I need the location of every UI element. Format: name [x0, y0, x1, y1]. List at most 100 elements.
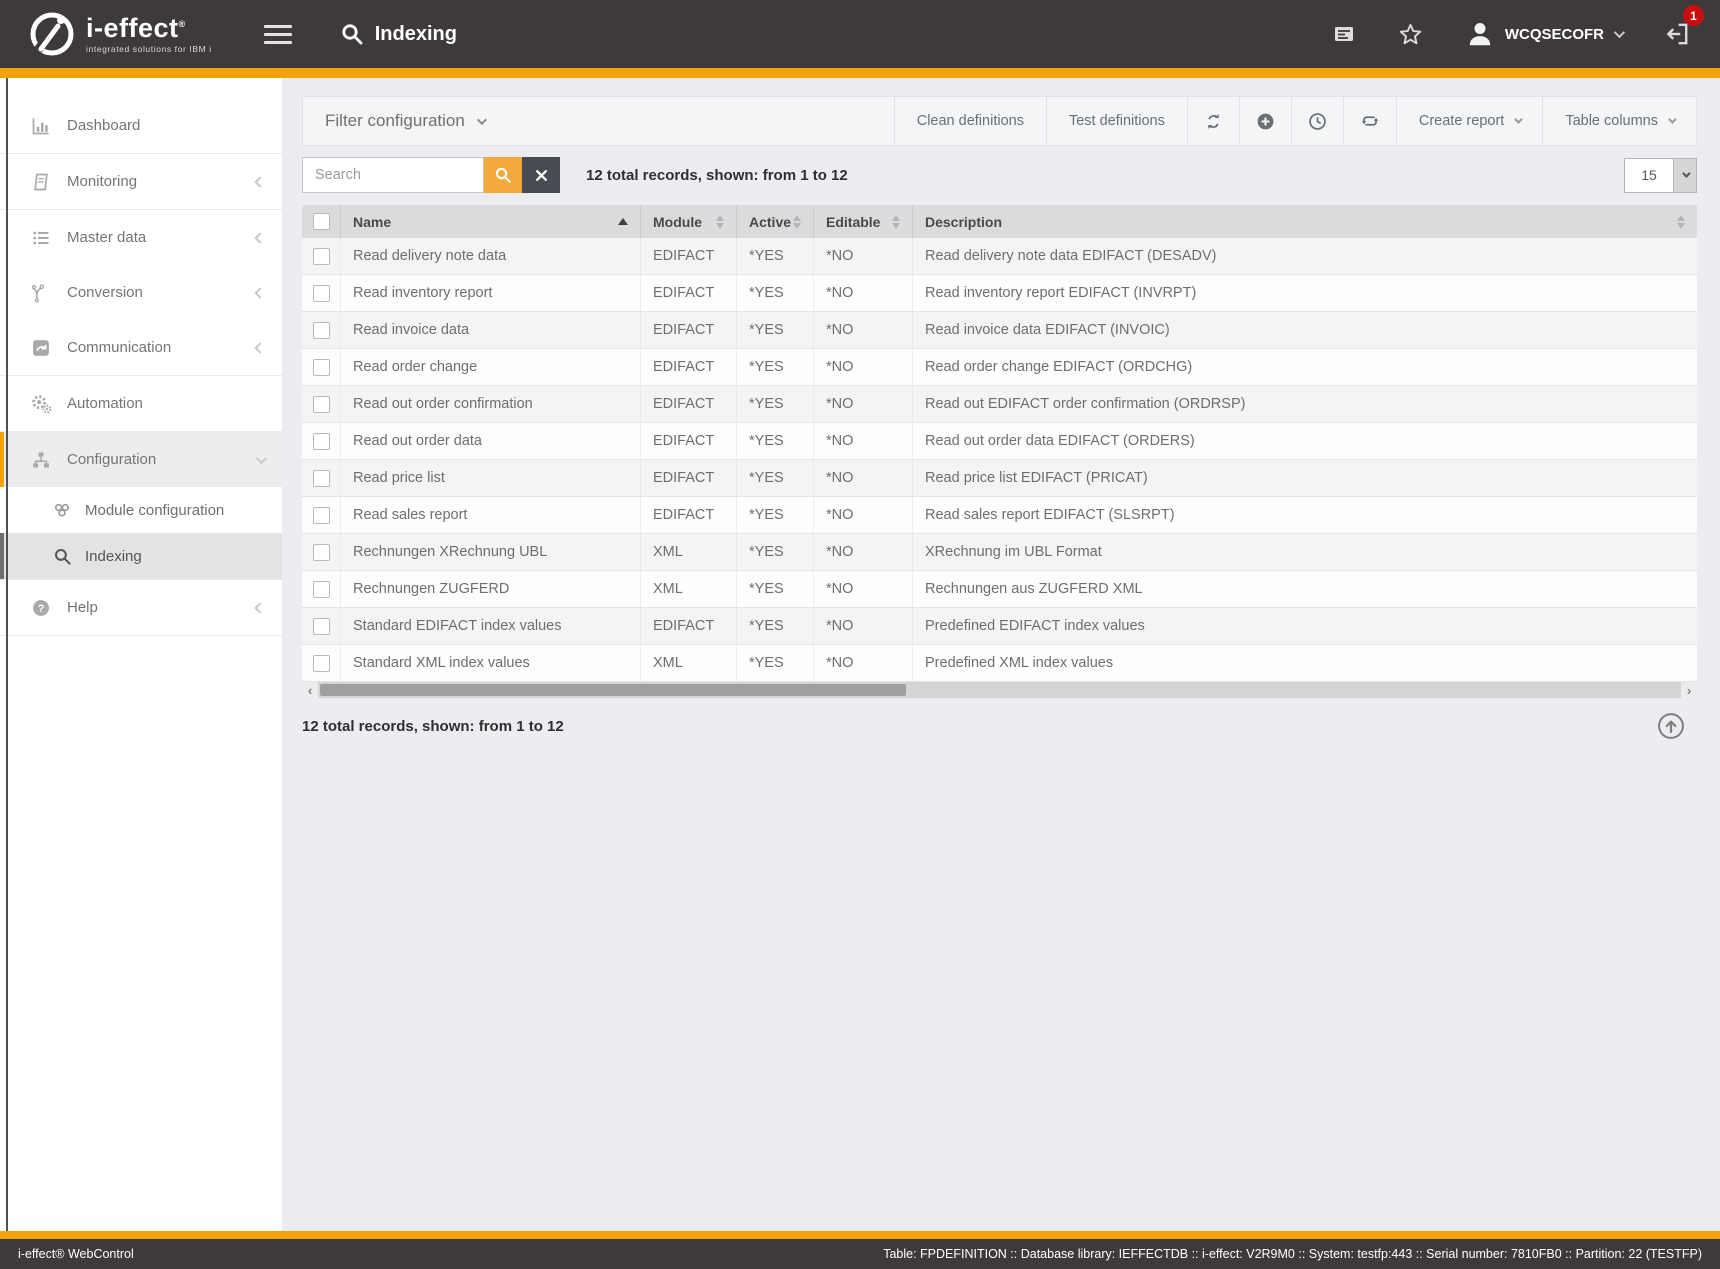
- table-columns-dropdown[interactable]: Table columns: [1542, 97, 1696, 145]
- logout-icon[interactable]: [1664, 21, 1690, 47]
- search-button[interactable]: [484, 157, 522, 193]
- cell-module: EDIFACT: [640, 460, 736, 496]
- column-header-description[interactable]: Description: [912, 205, 1697, 238]
- cell-module: EDIFACT: [640, 275, 736, 311]
- favorites-star-icon[interactable]: [1398, 22, 1423, 47]
- row-checkbox[interactable]: [313, 433, 330, 450]
- sidebar-item-label: Help: [67, 599, 256, 616]
- sidebar-item-monitoring[interactable]: Monitoring: [0, 154, 282, 209]
- sidebar-item-automation[interactable]: Automation: [0, 376, 282, 431]
- statusbar-product: i-effect® WebControl: [18, 1247, 134, 1261]
- clock-icon: [1308, 112, 1327, 131]
- column-header-editable[interactable]: Editable: [813, 205, 912, 238]
- app-logo[interactable]: i-effect® integrated solutions for IBM i: [28, 10, 212, 58]
- table-row[interactable]: Rechnungen ZUGFERD XML *YES *NO Rechnung…: [302, 571, 1697, 608]
- table-row[interactable]: Read inventory report EDIFACT *YES *NO R…: [302, 275, 1697, 312]
- chevron-down-icon: [1614, 27, 1625, 38]
- sidebar-item-communication[interactable]: Communication: [0, 320, 282, 375]
- table-row[interactable]: Read order change EDIFACT *YES *NO Read …: [302, 349, 1697, 386]
- cell-module: XML: [640, 645, 736, 681]
- history-button[interactable]: [1291, 97, 1343, 145]
- chevron-left-icon: [254, 602, 265, 613]
- scroll-to-top-button[interactable]: [1657, 712, 1685, 740]
- row-checkbox[interactable]: [313, 581, 330, 598]
- table-row[interactable]: Read out order data EDIFACT *YES *NO Rea…: [302, 423, 1697, 460]
- table-row[interactable]: Rechnungen XRechnung UBL XML *YES *NO XR…: [302, 534, 1697, 571]
- notification-badge[interactable]: 1: [1683, 5, 1704, 26]
- cell-name: Standard EDIFACT index values: [340, 608, 640, 644]
- table-row[interactable]: Read sales report EDIFACT *YES *NO Read …: [302, 497, 1697, 534]
- sidebar-item-master-data[interactable]: Master data: [0, 210, 282, 265]
- select-all-checkbox[interactable]: [313, 213, 330, 230]
- user-avatar-icon: [1465, 19, 1495, 49]
- row-checkbox[interactable]: [313, 470, 330, 487]
- page-title: Indexing: [375, 23, 457, 46]
- license-info-icon[interactable]: [1332, 22, 1356, 46]
- test-definitions-button[interactable]: Test definitions: [1046, 97, 1187, 145]
- accent-bar-top: [0, 68, 1720, 78]
- cell-name: Read order change: [340, 349, 640, 385]
- cell-active: *YES: [736, 608, 813, 644]
- cell-name: Rechnungen ZUGFERD: [340, 571, 640, 607]
- column-header-name[interactable]: Name: [340, 205, 640, 238]
- scrollbar-thumb[interactable]: [320, 684, 906, 696]
- cell-active: *YES: [736, 423, 813, 459]
- table-body: Read delivery note data EDIFACT *YES *NO…: [302, 238, 1697, 682]
- sidebar-item-conversion[interactable]: Conversion: [0, 265, 282, 320]
- sidebar-item-help[interactable]: ? Help: [0, 580, 282, 635]
- row-checkbox[interactable]: [313, 396, 330, 413]
- horizontal-scrollbar[interactable]: ‹ ›: [302, 682, 1697, 698]
- refresh-icon: [1204, 112, 1223, 131]
- row-checkbox[interactable]: [313, 618, 330, 635]
- scroll-right-arrow[interactable]: ›: [1681, 682, 1697, 698]
- clean-definitions-button[interactable]: Clean definitions: [894, 97, 1046, 145]
- records-summary-bottom: 12 total records, shown: from 1 to 12: [302, 718, 564, 735]
- search-input[interactable]: [302, 157, 484, 193]
- sidebar-item-indexing[interactable]: Indexing: [0, 533, 282, 579]
- sidebar-item-configuration[interactable]: Configuration: [0, 432, 282, 487]
- table-row[interactable]: Read invoice data EDIFACT *YES *NO Read …: [302, 312, 1697, 349]
- row-checkbox[interactable]: [313, 359, 330, 376]
- cell-name: Read price list: [340, 460, 640, 496]
- cell-module: XML: [640, 571, 736, 607]
- table-row[interactable]: Read price list EDIFACT *YES *NO Read pr…: [302, 460, 1697, 497]
- add-button[interactable]: [1239, 97, 1291, 145]
- row-checkbox[interactable]: [313, 285, 330, 302]
- row-checkbox[interactable]: [313, 322, 330, 339]
- page-size-select[interactable]: 15: [1624, 158, 1697, 193]
- cell-name: Standard XML index values: [340, 645, 640, 681]
- search-icon: [52, 546, 72, 566]
- row-checkbox[interactable]: [313, 507, 330, 524]
- column-header-active[interactable]: Active: [736, 205, 813, 238]
- sidebar-item-module-configuration[interactable]: Module configuration: [0, 487, 282, 533]
- create-report-dropdown[interactable]: Create report: [1396, 97, 1542, 145]
- row-checkbox[interactable]: [313, 544, 330, 561]
- cell-description: Read out order data EDIFACT (ORDERS): [912, 423, 1697, 459]
- list-icon: [30, 227, 52, 249]
- filter-configuration-dropdown[interactable]: Filter configuration: [303, 111, 506, 131]
- cell-name: Read inventory report: [340, 275, 640, 311]
- cell-module: XML: [640, 534, 736, 570]
- status-bar: i-effect® WebControl Table: FPDEFINITION…: [0, 1239, 1720, 1269]
- table-row[interactable]: Read out order confirmation EDIFACT *YES…: [302, 386, 1697, 423]
- cell-description: Read out EDIFACT order confirmation (ORD…: [912, 386, 1697, 422]
- sidebar-item-dashboard[interactable]: Dashboard: [0, 98, 282, 153]
- menu-toggle-icon[interactable]: [264, 20, 292, 49]
- column-header-module[interactable]: Module: [640, 205, 736, 238]
- table-row[interactable]: Standard EDIFACT index values EDIFACT *Y…: [302, 608, 1697, 645]
- transfer-button[interactable]: [1343, 97, 1396, 145]
- user-menu[interactable]: WCQSECOFR: [1465, 19, 1622, 49]
- row-checkbox[interactable]: [313, 655, 330, 672]
- search-page-icon: [340, 22, 364, 46]
- scroll-left-arrow[interactable]: ‹: [302, 682, 318, 698]
- refresh-button[interactable]: [1187, 97, 1239, 145]
- table-row[interactable]: Read delivery note data EDIFACT *YES *NO…: [302, 238, 1697, 275]
- cell-description: Rechnungen aus ZUGFERD XML: [912, 571, 1697, 607]
- scrollbar-track[interactable]: [318, 682, 1681, 698]
- clear-search-button[interactable]: [522, 157, 560, 193]
- chevron-left-icon: [254, 287, 265, 298]
- row-checkbox[interactable]: [313, 248, 330, 265]
- table-row[interactable]: Standard XML index values XML *YES *NO P…: [302, 645, 1697, 682]
- sidebar-item-label: Automation: [67, 395, 264, 412]
- chevron-down-icon: [256, 452, 267, 463]
